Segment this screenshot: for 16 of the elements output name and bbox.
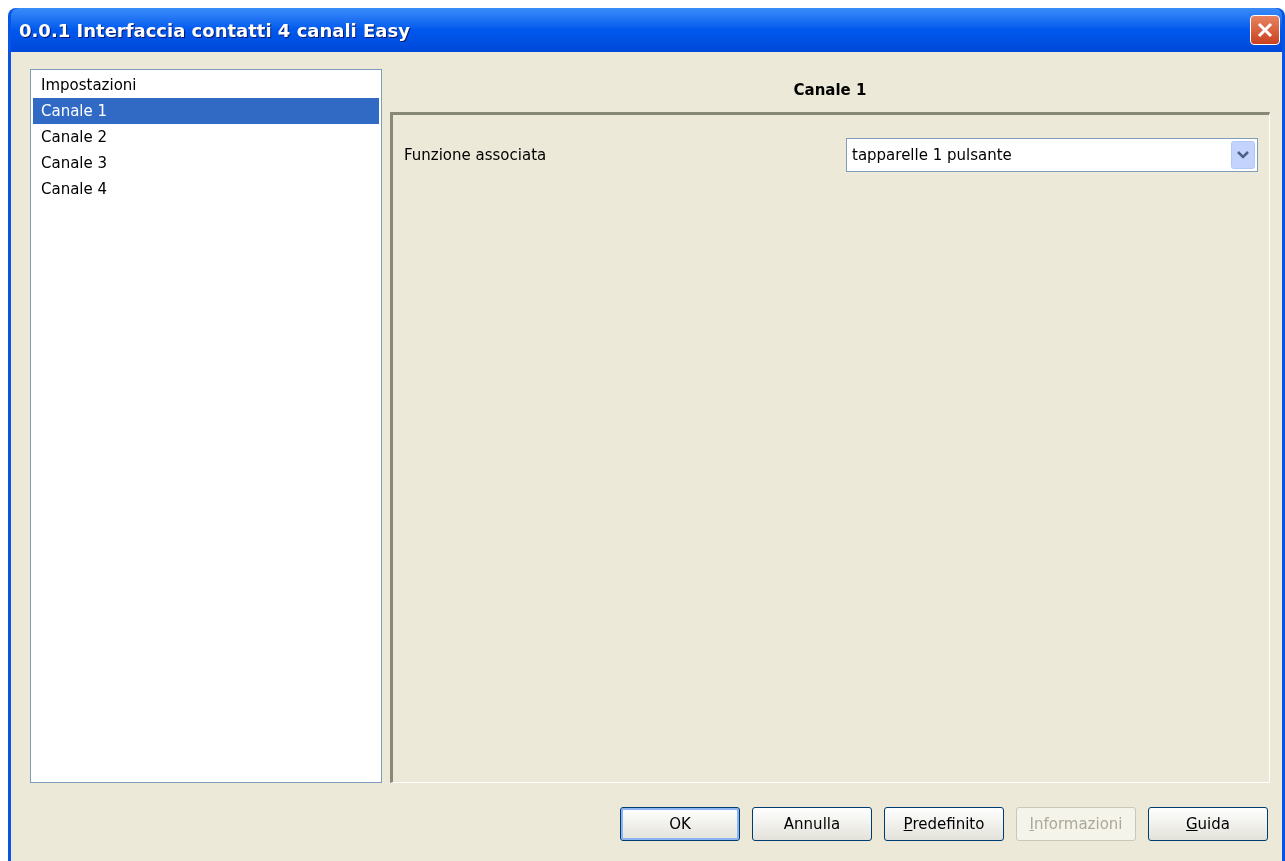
field-label: Funzione associata	[404, 144, 547, 166]
chevron-down-icon	[1231, 141, 1255, 169]
dialog-button[interactable]: OK	[620, 807, 740, 841]
window-title: 0.0.1 Interfaccia contatti 4 canali Easy	[19, 18, 410, 43]
function-dropdown[interactable]: tapparelle 1 pulsante	[846, 138, 1258, 172]
dialog-button[interactable]: Predefinito	[884, 807, 1004, 841]
dialog-button[interactable]: Annulla	[752, 807, 872, 841]
sidebar-item[interactable]: Impostazioni	[33, 72, 379, 98]
sidebar-item[interactable]: Canale 2	[33, 124, 379, 150]
close-icon	[1256, 21, 1274, 39]
sidebar-item[interactable]: Canale 3	[33, 150, 379, 176]
sidebar-item[interactable]: Canale 4	[33, 176, 379, 202]
dialog-button[interactable]: Guida	[1148, 807, 1268, 841]
sidebar-item[interactable]: Canale 1	[33, 98, 379, 124]
close-button[interactable]	[1250, 15, 1280, 45]
panel-title: Canale 1	[793, 80, 867, 102]
